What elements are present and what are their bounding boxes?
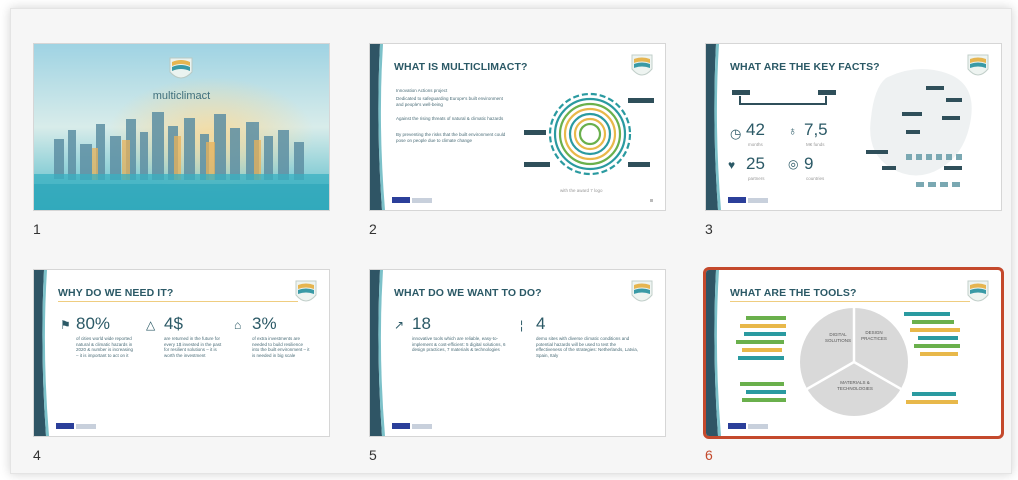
- side-band-graphic: [706, 44, 721, 210]
- slide-thumbnail-5[interactable]: WHAT DO WE WANT TO DO? ↗ 18 innovative t…: [369, 269, 666, 437]
- timeline-graphic: [732, 90, 836, 105]
- stat-demo-sites-text: demo sites with diverse climatic conditi…: [536, 336, 638, 358]
- thermometer-icon: ¦: [520, 318, 524, 332]
- funding-text: [76, 424, 96, 429]
- tool-label: [914, 344, 960, 348]
- side-band-graphic: [370, 270, 385, 436]
- tool-label: [920, 352, 958, 356]
- brand-logo-text: multiclimact: [152, 90, 211, 102]
- tool-label: [742, 398, 786, 402]
- page-dot: [650, 199, 653, 202]
- side-band-graphic: [34, 270, 49, 436]
- slide-number-1: 1: [33, 221, 41, 237]
- stat-funds-value: 7,5: [804, 120, 828, 139]
- stat-months-label: months: [748, 142, 763, 147]
- stat-partners-label: partners: [748, 176, 765, 181]
- piggy-bank-icon: ♁: [788, 124, 797, 138]
- europe-map-graphic: [866, 69, 972, 187]
- slide-title: WHAT ARE THE TOOLS?: [730, 287, 857, 299]
- stat-investment-value: 3%: [252, 314, 277, 333]
- slide-number-2: 2: [369, 221, 377, 237]
- title-underline: [58, 301, 298, 302]
- project-shield-icon: [967, 280, 989, 302]
- stat-return-text: are returned in the future for every 1$ …: [164, 336, 222, 358]
- tools-pie-graphic: [800, 308, 908, 416]
- funding-text: [412, 198, 432, 203]
- pie-label-digital: DIGITAL SOLUTIONS: [824, 332, 851, 343]
- tool-label: [740, 324, 786, 328]
- tool-label: [910, 328, 960, 332]
- handshake-icon: ♥: [728, 158, 736, 172]
- money-icon: △: [146, 318, 156, 332]
- tool-label: [906, 400, 958, 404]
- pie-label-design: DESIGN PRACTICES: [861, 330, 887, 341]
- slide-thumbnail-1[interactable]: multiclimact: [33, 43, 330, 211]
- funding-text: [412, 424, 432, 429]
- slide-thumbnail-6[interactable]: WHAT ARE THE TOOLS? DIGITAL SOLUTIONS DE…: [703, 267, 1004, 439]
- tool-label: [746, 316, 786, 320]
- tool-label: [740, 382, 784, 386]
- eu-flag-icon: [56, 423, 74, 429]
- tool-label: [742, 348, 782, 352]
- slide-thumbnail-3[interactable]: WHAT ARE THE KEY FACTS? ◷ 42 months ♁ 7,…: [705, 43, 1002, 211]
- eu-flag-icon: [728, 197, 746, 203]
- project-shield-icon: [631, 280, 653, 302]
- slide-title: WHAT IS MULTICLIMACT?: [394, 61, 528, 73]
- tool-label: [746, 390, 786, 394]
- stat-tools-text: innovative tools which are reliable, eas…: [412, 336, 506, 352]
- stat-tools-value: 18: [412, 314, 431, 333]
- bullet-3: Against the rising threats of natural & …: [396, 116, 504, 121]
- fingerprint-graphic: [524, 92, 654, 176]
- tools-icon: ↗: [394, 318, 405, 332]
- slide-thumbnail-4[interactable]: WHY DO WE NEED IT? ⚑ 80% of cities world…: [33, 269, 330, 437]
- eu-flag-icon: [392, 423, 410, 429]
- clock-icon: ◷: [730, 126, 742, 141]
- project-shield-icon: [631, 54, 653, 76]
- stat-countries-label: countries: [806, 176, 825, 181]
- tool-label: [912, 320, 954, 324]
- globe-icon: ◎: [788, 157, 799, 171]
- bullet-2: Dedicated to safeguarding Europe's built…: [396, 96, 503, 107]
- pie-label-materials: MATERIALS & TECHNOLOGIES: [837, 380, 873, 391]
- stat-months-value: 42: [746, 120, 765, 139]
- funding-text: [748, 198, 768, 203]
- slide-number-5: 5: [369, 447, 377, 463]
- hazard-icon: ⚑: [60, 318, 71, 332]
- slide-number-4: 4: [33, 447, 41, 463]
- slide-number-6: 6: [705, 447, 713, 463]
- watercolor-city-image: [34, 44, 329, 210]
- slide-caption: with the award 7 logo: [560, 188, 603, 193]
- stat-partners-value: 25: [746, 154, 765, 173]
- side-band-graphic: [370, 44, 385, 210]
- eu-flag-icon: [728, 423, 746, 429]
- tool-label: [736, 340, 784, 344]
- slide-title: WHAT DO WE WANT TO DO?: [394, 287, 542, 299]
- building-icon: ⌂: [234, 318, 242, 332]
- bullet-1: Innovation Actions project: [396, 88, 448, 93]
- stat-countries-value: 9: [804, 154, 814, 173]
- slide-thumbnail-2[interactable]: WHAT IS MULTICLIMACT? Innovation Actions…: [369, 43, 666, 211]
- tool-label: [904, 312, 950, 316]
- stat-funds-label: M€ funds: [806, 142, 825, 147]
- stat-return-value: 4$: [164, 314, 183, 333]
- stat-investment-text: of extra investments are needed to build…: [252, 336, 310, 358]
- project-shield-icon: [295, 280, 317, 302]
- stat-cities-text: of cities world wide reported natural & …: [76, 336, 134, 358]
- tool-label: [918, 336, 958, 340]
- tool-label: [912, 392, 956, 396]
- tool-label: [738, 356, 784, 360]
- slide-sorter-panel: multiclimact 1 WHAT IS MULTICLIMACT? Inn…: [10, 8, 1012, 474]
- side-band-graphic: [706, 270, 721, 436]
- stat-cities-value: 80%: [76, 314, 111, 333]
- slide-title: WHY DO WE NEED IT?: [58, 287, 174, 299]
- bullet-4: By preventing the risks that the built e…: [396, 132, 506, 143]
- stat-demo-sites-value: 4: [536, 314, 546, 333]
- eu-flag-icon: [392, 197, 410, 203]
- tool-label: [744, 332, 786, 336]
- slide-number-3: 3: [705, 221, 713, 237]
- funding-text: [748, 424, 768, 429]
